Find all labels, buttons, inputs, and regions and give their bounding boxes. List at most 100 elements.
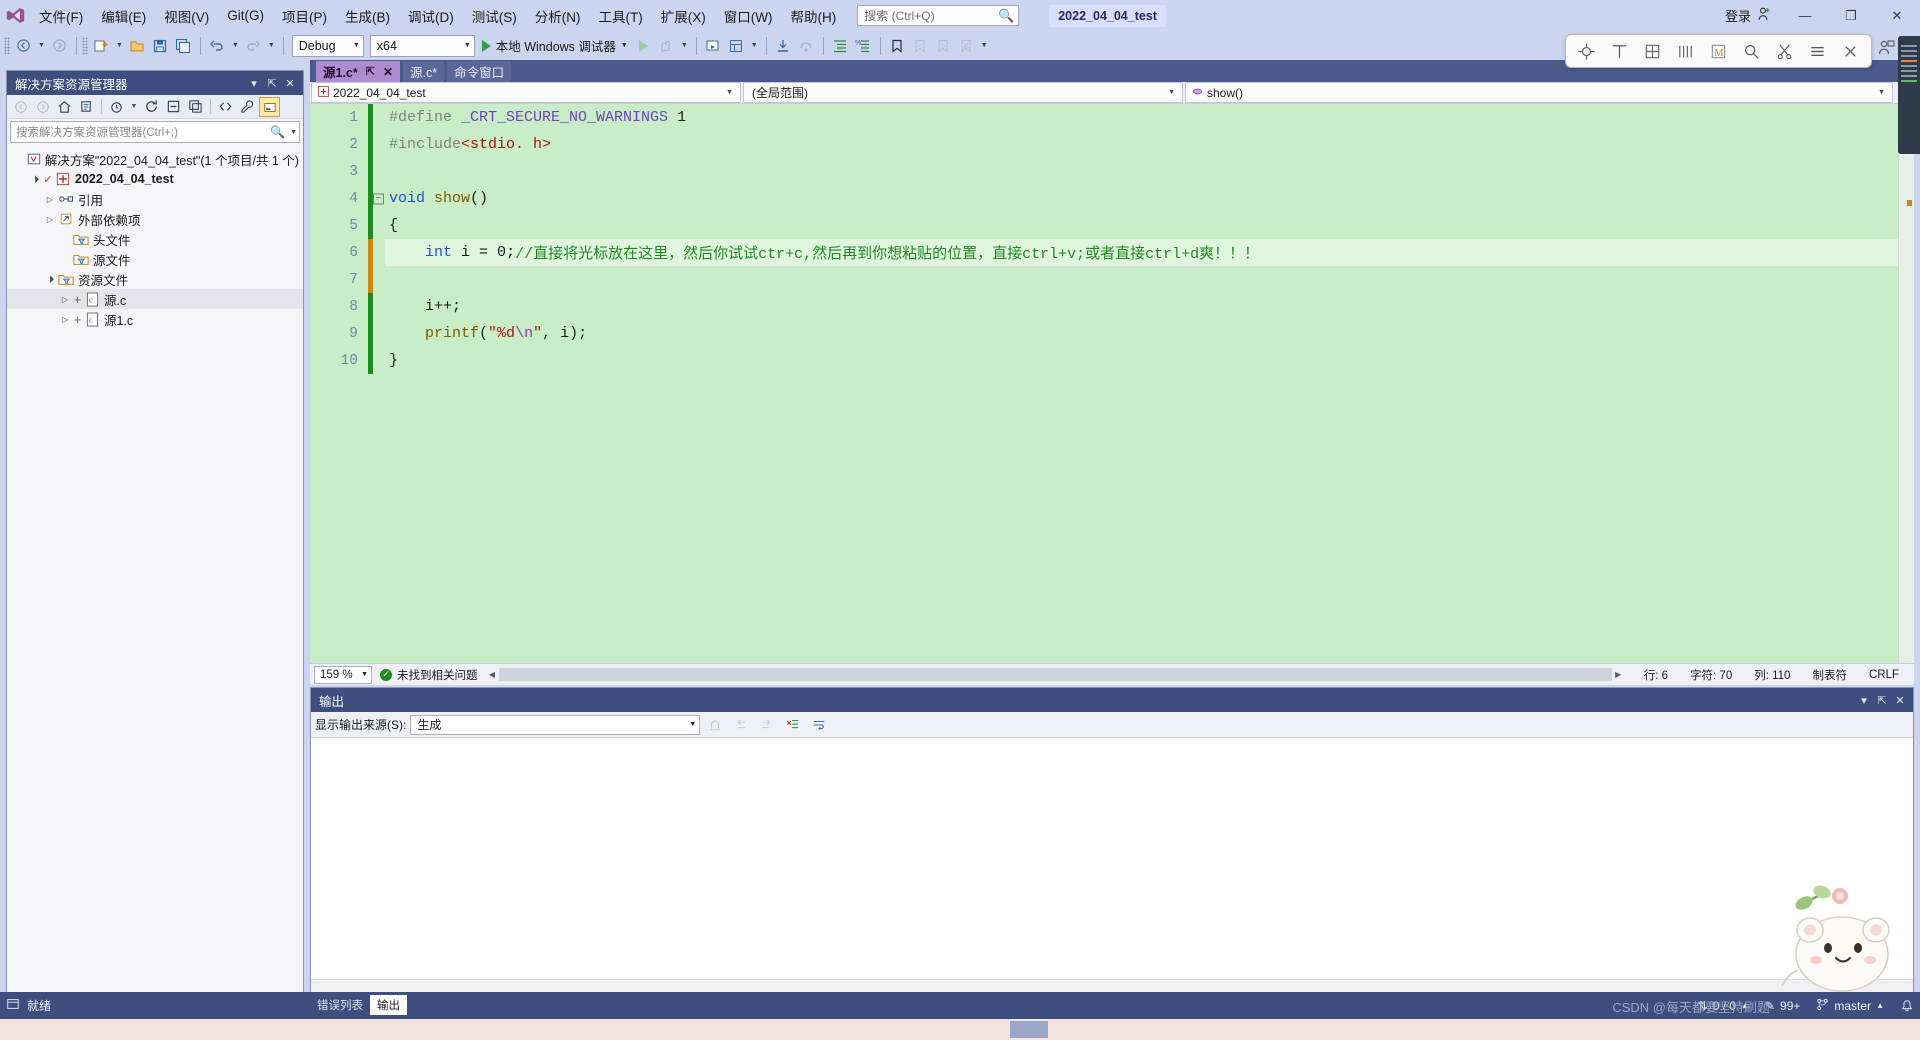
git-branch[interactable]: master ▲: [1816, 998, 1884, 1014]
save-button[interactable]: [149, 34, 172, 57]
code-editor[interactable]: 1 #define _CRT_SECURE_NO_WARNINGS 1 2 #incl…: [310, 104, 1914, 663]
menu-build[interactable]: 生成(B): [336, 2, 399, 30]
properties-wrench-icon[interactable]: [237, 97, 258, 117]
menu-view[interactable]: 视图(V): [155, 2, 218, 30]
project-chip[interactable]: 2022_04_04_test: [1049, 4, 1166, 27]
solution-explorer-search-input[interactable]: 搜索解决方案资源管理器(Ctrl+;) 🔍 ▼: [10, 121, 300, 143]
document-tab[interactable]: 源1.c* ⇱ ✕: [316, 61, 401, 82]
scroll-left-icon[interactable]: ◀: [486, 670, 499, 679]
sign-in-button[interactable]: 登录: [1715, 6, 1782, 25]
tree-item[interactable]: ▷ + c 源.c: [7, 289, 303, 309]
dock-tab[interactable]: 错误列表: [310, 995, 370, 1015]
document-tab[interactable]: 命令窗口: [447, 61, 512, 82]
close-icon[interactable]: [1835, 38, 1866, 65]
menu-extensions[interactable]: 扩展(X): [652, 2, 715, 30]
member-scope-select[interactable]: show() ▼: [1185, 82, 1893, 103]
history-dropdown-icon[interactable]: ▼: [128, 97, 140, 117]
panel-close-icon[interactable]: ✕: [281, 77, 299, 90]
tree-item[interactable]: 头文件: [7, 229, 303, 249]
tree-item[interactable]: 解决方案"2022_04_04_test"(1 个项目/共 1 个): [7, 149, 303, 169]
pending-history-icon[interactable]: [106, 97, 127, 117]
fold-gutter[interactable]: −: [373, 185, 385, 212]
menu-project[interactable]: 项目(P): [273, 2, 336, 30]
previous-bookmark-button[interactable]: [909, 34, 932, 57]
code-line-text[interactable]: void show(): [385, 190, 488, 207]
output-source-select[interactable]: 生成 ▼: [410, 714, 701, 735]
hot-reload-dropdown-icon[interactable]: ▼: [678, 42, 691, 49]
code-line[interactable]: 1 #define _CRT_SECURE_NO_WARNINGS 1: [310, 104, 1914, 131]
output-text-area[interactable]: [311, 738, 1913, 979]
find-message-icon[interactable]: [704, 715, 726, 735]
tree-item[interactable]: ◢ ✓ 2022_04_04_test: [7, 169, 303, 189]
chevron-down-icon[interactable]: ▼: [287, 129, 297, 136]
panel-close-icon[interactable]: ✕: [1891, 694, 1909, 707]
code-line-text[interactable]: {: [385, 217, 398, 234]
menu-test[interactable]: 测试(S): [463, 2, 526, 30]
code-line-text[interactable]: #define _CRT_SECURE_NO_WARNINGS 1: [385, 109, 686, 126]
capture-side-strip[interactable]: [1898, 36, 1920, 154]
home-icon[interactable]: [54, 97, 75, 117]
expander-collapsed-icon[interactable]: ▷: [43, 195, 57, 204]
close-button[interactable]: ✕: [1874, 0, 1920, 31]
dock-tab[interactable]: 输出: [370, 995, 407, 1015]
minimize-button[interactable]: —: [1782, 0, 1828, 31]
undo-dropdown-icon[interactable]: ▼: [229, 42, 242, 49]
toolbar-grip-2[interactable]: [81, 36, 88, 55]
maximize-button[interactable]: ❐: [1828, 0, 1874, 31]
indent-button[interactable]: [829, 34, 852, 57]
view-code-icon[interactable]: [215, 97, 236, 117]
expander-expanded-icon[interactable]: ◢: [42, 271, 58, 287]
columns-icon[interactable]: [1670, 38, 1701, 65]
redo-dropdown-icon[interactable]: ▼: [265, 42, 278, 49]
comment-button[interactable]: %: [852, 34, 875, 57]
expander-expanded-icon[interactable]: ◢: [27, 171, 43, 187]
toolbar-grip[interactable]: [4, 36, 10, 55]
fold-gutter[interactable]: [373, 104, 385, 131]
toggle-bookmark-button[interactable]: [886, 34, 909, 57]
code-line-text[interactable]: }: [385, 352, 398, 369]
notifications-bell[interactable]: [1900, 999, 1914, 1013]
menu-file[interactable]: 文件(F): [30, 2, 92, 30]
forward-icon[interactable]: [32, 97, 53, 117]
solution-platform-select[interactable]: x64 ▼: [369, 34, 475, 57]
preview-selected-items-icon[interactable]: [259, 96, 280, 117]
select-element-button[interactable]: [702, 34, 725, 57]
toolbar-overflow-icon[interactable]: ▼: [978, 42, 991, 49]
tab-pin-icon[interactable]: ⇱: [358, 65, 375, 78]
menu-edit[interactable]: 编辑(E): [92, 2, 155, 30]
navigate-forward-button[interactable]: [48, 34, 71, 57]
hot-reload-button[interactable]: [655, 34, 678, 57]
start-without-debugging-button[interactable]: [632, 34, 655, 57]
go-to-next-message-icon[interactable]: [756, 715, 778, 735]
live-visual-tree-button[interactable]: [725, 34, 748, 57]
fold-gutter[interactable]: [373, 212, 385, 239]
crosshair-icon[interactable]: [1571, 38, 1602, 65]
tree-item[interactable]: ◢ 资源文件: [7, 269, 303, 289]
tree-item[interactable]: ▷ 引用: [7, 189, 303, 209]
clear-bookmarks-button[interactable]: [955, 34, 978, 57]
refresh-icon[interactable]: [141, 97, 162, 117]
chevron-down-icon[interactable]: ▼: [621, 42, 628, 49]
pending-changes[interactable]: ✎ 99+: [1765, 999, 1800, 1013]
type-scope-select[interactable]: (全局范围) ▼: [743, 82, 1183, 103]
taskbar-item[interactable]: [1010, 1021, 1048, 1038]
menu-analyze[interactable]: 分析(N): [526, 2, 590, 30]
code-line-text[interactable]: printf("%d\n", i);: [385, 325, 587, 342]
code-line[interactable]: 3: [310, 158, 1914, 185]
scissors-icon[interactable]: [1769, 38, 1800, 65]
new-project-button[interactable]: [90, 34, 113, 57]
share-person-icon[interactable]: [1876, 38, 1896, 63]
magnifier-m-icon[interactable]: M: [1703, 38, 1734, 65]
collapse-all-icon[interactable]: [163, 97, 184, 117]
tree-item[interactable]: ▷ 外部依赖项: [7, 209, 303, 229]
fold-gutter[interactable]: [373, 293, 385, 320]
search-icon[interactable]: [1736, 38, 1767, 65]
text-tool-icon[interactable]: [1604, 38, 1635, 65]
panel-pin-icon[interactable]: ⇱: [1873, 694, 1891, 707]
next-bookmark-button[interactable]: [932, 34, 955, 57]
panel-dropdown-icon[interactable]: ▾: [245, 77, 263, 90]
code-line-text[interactable]: #include<stdio. h>: [385, 136, 551, 153]
back-icon[interactable]: [10, 97, 31, 117]
editor-horizontal-scrollbar[interactable]: ◀ ▶: [485, 667, 1625, 682]
code-line[interactable]: 2 #include<stdio. h>: [310, 131, 1914, 158]
